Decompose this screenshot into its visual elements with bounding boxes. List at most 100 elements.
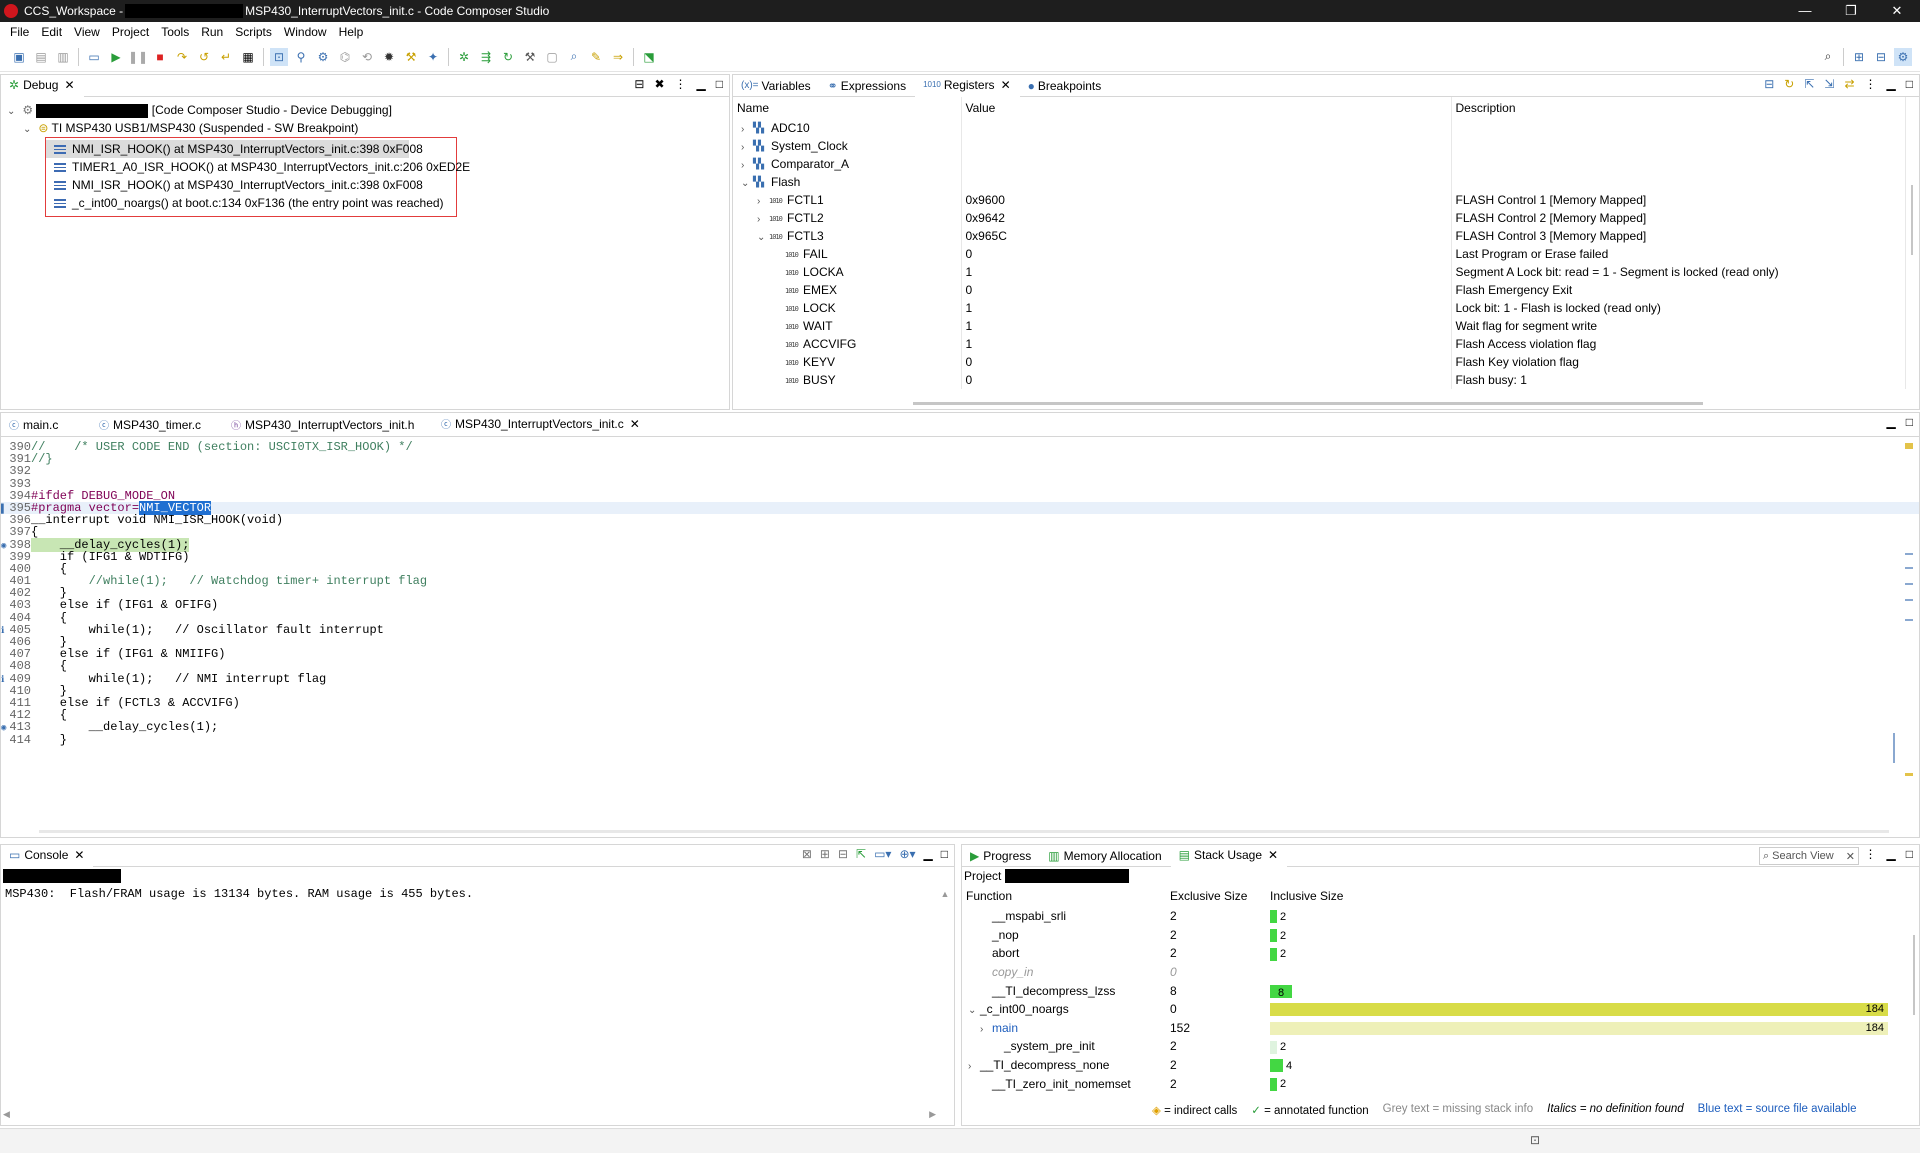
perspective-debug-icon[interactable]: ⊟ (1872, 48, 1890, 66)
maximize-view-icon[interactable]: □ (941, 847, 948, 861)
stack-frame[interactable]: _c_int00_noargs() at boot.c:134 0xF136 (… (46, 194, 456, 212)
close-tab-icon[interactable]: ✕ (1001, 78, 1011, 92)
console-horizontal-scrollbar[interactable]: ◀ ▶ (3, 1109, 936, 1119)
code-line[interactable]: 390// /* USER CODE END (section: USCI0TX… (1, 441, 1919, 453)
remove-terminated-icon[interactable]: ✖ (654, 77, 664, 91)
hammer-icon[interactable]: ⚒ (521, 48, 539, 66)
register-row[interactable]: › ▚▚ ADC10 (733, 119, 1906, 137)
debug-icon[interactable]: ▭ (85, 48, 103, 66)
register-row[interactable]: 1010 EMEX 0 Flash Emergency Exit (733, 281, 1906, 299)
menu-file[interactable]: File (4, 25, 35, 39)
tab-debug[interactable]: ✲ Debug ✕ (1, 75, 84, 97)
tab-variables[interactable]: (x)= Variables (733, 75, 820, 97)
register-value[interactable] (961, 173, 1452, 191)
register-value[interactable]: 1 (961, 263, 1452, 281)
stack-usage-row[interactable]: _nop 2 2 (962, 926, 1902, 945)
window-icon[interactable]: ▢ (543, 48, 561, 66)
column-header-function[interactable]: Function (962, 885, 1166, 907)
terminate-icon[interactable]: ■ (151, 48, 169, 66)
tab-vectors-c[interactable]: ⓒ MSP430_InterruptVectors_init.c ✕ (433, 413, 649, 436)
register-row[interactable]: ⌄ 1010 FCTL3 0x965C FLASH Control 3 [Memory … (733, 227, 1906, 245)
stack-usage-row[interactable]: › __TI_decompress_none 2 4 (962, 1056, 1902, 1075)
import-icon[interactable]: ⇲ (1824, 77, 1834, 91)
stack-usage-row[interactable]: › main 152 184 (962, 1019, 1902, 1038)
save-all-icon[interactable]: ▥ (54, 48, 72, 66)
code-line[interactable]: 393 (1, 477, 1919, 489)
console-vertical-scrollbar[interactable]: ▲ (940, 889, 950, 1109)
code-line[interactable]: 396__interrupt void NMI_ISR_HOOK(void) (1, 514, 1919, 526)
pin-console-icon[interactable]: ⇱ (856, 847, 866, 861)
register-row[interactable]: 1010 LOCKA 1 Segment A Lock bit: read = 1 -… (733, 263, 1906, 281)
expand-chevron-icon[interactable]: › (741, 142, 753, 153)
stack-usage-row[interactable]: _system_pre_init 2 2 (962, 1037, 1902, 1056)
stack-usage-row[interactable]: copy_in 0 (962, 963, 1902, 982)
minimize-button[interactable]: — (1782, 0, 1828, 22)
tab-main-c[interactable]: ⓒ main.c (1, 414, 91, 436)
code-line[interactable]: 412 { (1, 709, 1919, 721)
code-line[interactable]: ▌ 395#pragma vector=NMI_VECTOR (1, 500, 1919, 515)
stack-frame[interactable]: NMI_ISR_HOOK() at MSP430_InterruptVector… (46, 176, 456, 194)
sync-icon[interactable]: ⇄ (1844, 77, 1854, 91)
stack-usage-row[interactable]: __TI_decompress_lzss 8 8 (962, 981, 1902, 1000)
register-row[interactable]: ⌄ ▚▚ Flash (733, 173, 1906, 191)
code-line[interactable]: 411 else if (FCTL3 & ACCVIFG) (1, 697, 1919, 709)
refresh-icon[interactable]: ↻ (499, 48, 517, 66)
tab-progress[interactable]: ▶ Progress (962, 845, 1040, 867)
step-into-icon[interactable]: ↷ (173, 48, 191, 66)
menu-view[interactable]: View (68, 25, 106, 39)
minimize-view-icon[interactable]: ▁ (1887, 847, 1896, 861)
column-header-inclusive[interactable]: Inclusive Size (1266, 885, 1902, 907)
register-value[interactable] (961, 137, 1452, 155)
column-header-exclusive[interactable]: Exclusive Size (1166, 885, 1266, 907)
tab-console[interactable]: ▭ Console ✕ (1, 845, 94, 867)
external-tools-icon[interactable]: ⇶ (477, 48, 495, 66)
open-perspective-icon[interactable]: ⬔ (640, 48, 658, 66)
register-row[interactable]: › 1010 FCTL2 0x9642 FLASH Control 2 [Memory … (733, 209, 1906, 227)
refresh-icon[interactable]: ↻ (1784, 77, 1794, 91)
register-value[interactable]: 0x965C (961, 227, 1452, 245)
code-line[interactable]: 392 (1, 465, 1919, 477)
view-menu-icon[interactable]: ⋮ (1865, 77, 1877, 91)
register-value[interactable]: 1 (961, 299, 1452, 317)
tab-timer-c[interactable]: ⓒ MSP430_timer.c (91, 414, 223, 436)
maximize-button[interactable]: ❐ (1828, 0, 1874, 22)
code-line[interactable]: ℹ 405 while(1); // Oscillator fault inter… (1, 624, 1919, 636)
code-line[interactable]: 402 } (1, 587, 1919, 599)
register-row[interactable]: 1010 WAIT 1 Wait flag for segment write (733, 317, 1906, 335)
code-line[interactable]: 401 //while(1); // Watchdog timer+ inter… (1, 575, 1919, 587)
view-menu-icon[interactable]: ⋮ (1865, 847, 1877, 861)
collapse-all-icon[interactable]: ⊟ (634, 77, 644, 91)
code-line[interactable]: 403 else if (IFG1 & OFIFG) (1, 599, 1919, 611)
register-row[interactable]: 1010 BUSY 0 Flash busy: 1 (733, 371, 1906, 389)
menu-project[interactable]: Project (106, 25, 155, 39)
register-value[interactable]: 1 (961, 317, 1452, 335)
register-row[interactable]: › ▚▚ System_Clock (733, 137, 1906, 155)
minimize-view-icon[interactable]: ▁ (1887, 77, 1896, 91)
run-config-icon[interactable]: ✲ (455, 48, 473, 66)
column-header-description[interactable]: Description (1451, 97, 1906, 119)
code-line[interactable]: 410 } (1, 685, 1919, 697)
close-window-button[interactable]: ✕ (1874, 0, 1920, 22)
collapse-all-icon[interactable]: ⊟ (1764, 77, 1774, 91)
register-row[interactable]: 1010 FAIL 0 Last Program or Erase failed (733, 245, 1906, 263)
code-editor[interactable]: 390// /* USER CODE END (section: USCI0TX… (1, 437, 1919, 822)
code-line[interactable]: 397{ (1, 526, 1919, 538)
build-icon[interactable]: ⚒ (402, 48, 420, 66)
perspective-edit-icon[interactable]: ⊞ (1850, 48, 1868, 66)
status-icon[interactable]: ⊡ (1530, 1133, 1540, 1147)
tab-memory-allocation[interactable]: ▥ Memory Allocation (1040, 845, 1170, 867)
tab-breakpoints[interactable]: ● Breakpoints (1020, 75, 1111, 97)
next-annotation-icon[interactable]: ⇒ (609, 48, 627, 66)
minimize-view-icon[interactable]: ▁ (697, 77, 706, 91)
tab-vectors-h[interactable]: ⓗ MSP430_InterruptVectors_init.h (223, 414, 433, 436)
stack-usage-row[interactable]: __mspabi_srli 2 2 (962, 907, 1902, 926)
menu-edit[interactable]: Edit (35, 25, 68, 39)
flash-icon[interactable]: ✦ (424, 48, 442, 66)
menu-window[interactable]: Window (278, 25, 333, 39)
register-value[interactable] (961, 119, 1452, 137)
display-console-icon[interactable]: ▭▾ (874, 847, 891, 861)
menu-tools[interactable]: Tools (155, 25, 195, 39)
reset-icon[interactable]: ⟲ (358, 48, 376, 66)
menu-run[interactable]: Run (195, 25, 229, 39)
save-icon[interactable]: ▤ (32, 48, 50, 66)
